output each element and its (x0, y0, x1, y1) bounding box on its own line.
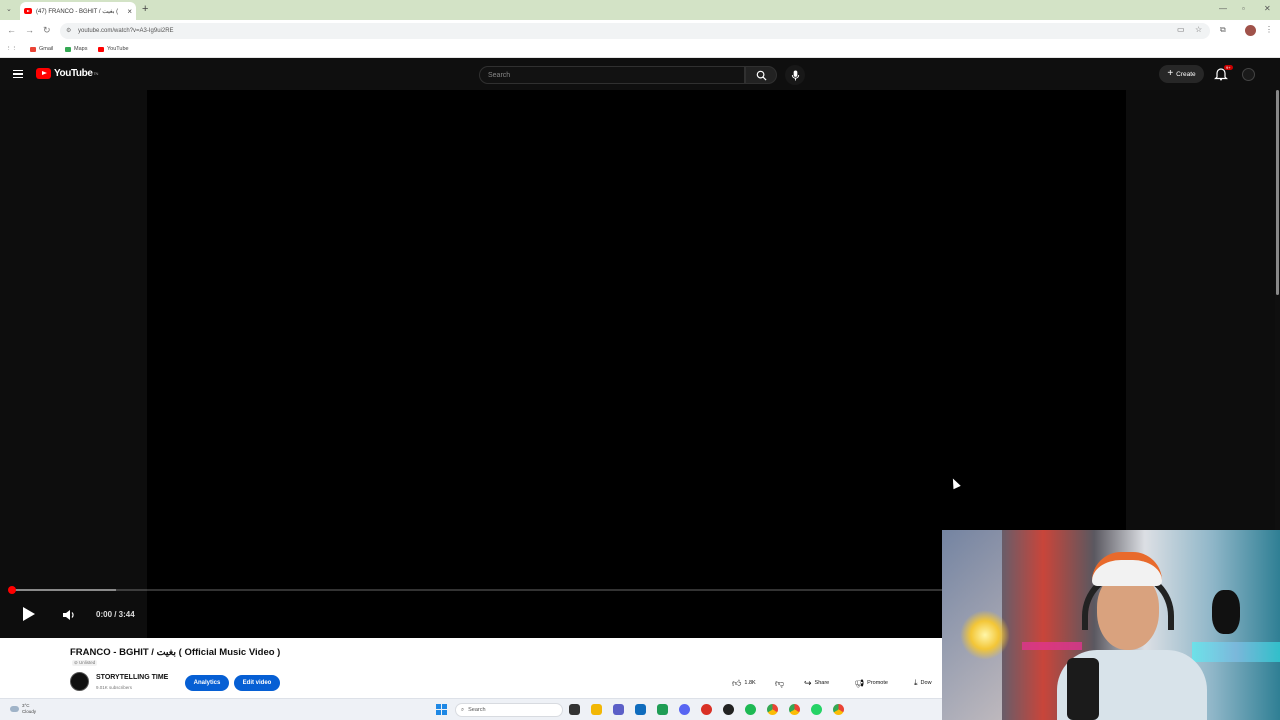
account-avatar[interactable] (1242, 68, 1255, 81)
youtube-icon (98, 46, 104, 52)
taskbar-search[interactable]: ⌕ Search (455, 703, 563, 717)
progress-buffered (12, 589, 116, 591)
dislike-button[interactable]: 👎︎ (775, 675, 784, 691)
player-letterbox-left (0, 90, 147, 638)
logo-country-code: TN (93, 71, 99, 76)
bookmarks-bar: ⋮⋮ Gmail Maps YouTube (0, 42, 1280, 58)
channel-name[interactable]: STORYTELLING TIME (96, 674, 168, 681)
whatsapp-icon[interactable] (811, 704, 822, 715)
store-icon[interactable] (635, 704, 646, 715)
play-button[interactable] (23, 607, 35, 621)
scrollbar-thumb[interactable] (1276, 90, 1279, 295)
gmail-icon (30, 46, 36, 52)
url-text: youtube.com/watch?v=A3-Ig9ui2RE (78, 28, 174, 34)
video-title: FRANCO - BGHIT / بغيت ( Official Music V… (70, 647, 281, 658)
subscriber-count: 9.01K subscribers (96, 685, 133, 690)
bookmark-maps[interactable]: Maps (65, 46, 87, 52)
restore-icon[interactable]: ▫ (1242, 4, 1245, 13)
thumbs-down-icon: 👎︎ (775, 677, 785, 688)
chrome-icon[interactable] (767, 704, 778, 715)
browser-tab-strip: ⌄ (47) FRANCO - BGHIT / بغيت ( × + — ▫ ✕ (0, 0, 1280, 20)
windows-taskbar: 3°C Cloudy ⌕ Search (0, 698, 942, 720)
chrome-profile-icon[interactable] (789, 704, 800, 715)
like-button[interactable]: 👍︎ 1.8K (732, 675, 756, 691)
excel-icon[interactable] (657, 704, 668, 715)
youtube-logo[interactable]: YouTube TN (36, 68, 98, 79)
new-tab-button[interactable]: + (142, 3, 148, 15)
site-info-icon[interactable]: ⚙ (66, 27, 71, 34)
app-icon[interactable] (701, 704, 712, 715)
volume-icon[interactable] (62, 608, 76, 622)
reload-icon[interactable]: ↻ (43, 25, 51, 36)
plus-icon: + (1167, 68, 1174, 79)
menu-icon[interactable] (13, 70, 23, 78)
maps-icon (65, 46, 71, 52)
back-icon[interactable]: ← (7, 25, 16, 35)
tab-title: (47) FRANCO - BGHIT / بغيت ( (36, 8, 119, 15)
forward-icon[interactable]: → (25, 25, 34, 35)
create-button[interactable]: + Create (1159, 65, 1204, 83)
task-view-icon[interactable] (569, 704, 580, 715)
address-bar[interactable]: ⚙ youtube.com/watch?v=A3-Ig9ui2RE (60, 23, 1210, 39)
bookmark-star-icon[interactable]: ☆ (1195, 25, 1202, 34)
thumbs-up-icon: 👍︎ (732, 677, 742, 688)
browser-tab-youtube[interactable]: (47) FRANCO - BGHIT / بغيت ( × (20, 2, 136, 20)
search-input[interactable]: Search (479, 66, 745, 84)
youtube-favicon-icon (24, 8, 32, 14)
analytics-button[interactable]: Analytics (185, 675, 229, 691)
microphone-icon (791, 69, 799, 81)
extensions-icon[interactable]: ⧉ (1220, 25, 1226, 35)
tab-search-icon[interactable]: ⌄ (6, 5, 12, 13)
minimize-icon[interactable]: — (1219, 4, 1227, 13)
discord-icon[interactable] (679, 704, 690, 715)
unlisted-badge: ⊘ Unlisted (72, 660, 98, 666)
search-icon: ⌕ (461, 706, 465, 713)
browser-toolbar: ← → ↻ ⚙ youtube.com/watch?v=A3-Ig9ui2RE … (0, 20, 1280, 42)
webcam-overlay (942, 530, 1280, 720)
chrome-app-icon[interactable] (833, 704, 844, 715)
share-button[interactable]: ↪ Share (804, 675, 829, 691)
teams-icon[interactable] (613, 704, 624, 715)
time-display: 0:00 / 3:44 (96, 610, 135, 619)
install-app-icon[interactable]: ▭ (1177, 25, 1185, 34)
spotify-icon[interactable] (745, 704, 756, 715)
download-icon: ⤓ (914, 678, 918, 687)
promote-button[interactable]: 📢︎ Promote (854, 675, 888, 691)
voice-search-button[interactable] (785, 65, 805, 85)
download-button[interactable]: ⤓ Dow (914, 675, 932, 691)
youtube-play-logo-icon (36, 68, 51, 79)
edit-video-button[interactable]: Edit video (234, 675, 280, 691)
file-explorer-icon[interactable] (591, 704, 602, 715)
chrome-menu-icon[interactable]: ⋮ (1265, 25, 1273, 34)
megaphone-icon: 📢︎ (854, 678, 865, 688)
chrome-profile-avatar[interactable] (1245, 25, 1256, 36)
apps-grid-icon[interactable]: ⋮⋮ (6, 46, 17, 52)
channel-avatar[interactable] (70, 672, 89, 691)
share-icon: ↪ (804, 677, 812, 688)
bookmark-gmail[interactable]: Gmail (30, 46, 53, 52)
weather-widget[interactable]: 3°C Cloudy (10, 703, 36, 715)
cloud-icon (10, 706, 19, 712)
tab-close-icon[interactable]: × (127, 7, 132, 16)
obs-icon[interactable] (723, 704, 734, 715)
notification-count-badge: 9+ (1224, 65, 1233, 70)
close-window-icon[interactable]: ✕ (1264, 4, 1271, 13)
youtube-masthead: YouTube TN Search + Create 9+ (0, 58, 1280, 90)
bookmark-youtube[interactable]: YouTube (98, 46, 129, 52)
search-icon (756, 70, 767, 81)
windows-start-icon[interactable] (436, 704, 447, 715)
progress-scrubber[interactable] (8, 586, 16, 594)
search-button[interactable] (745, 66, 777, 84)
